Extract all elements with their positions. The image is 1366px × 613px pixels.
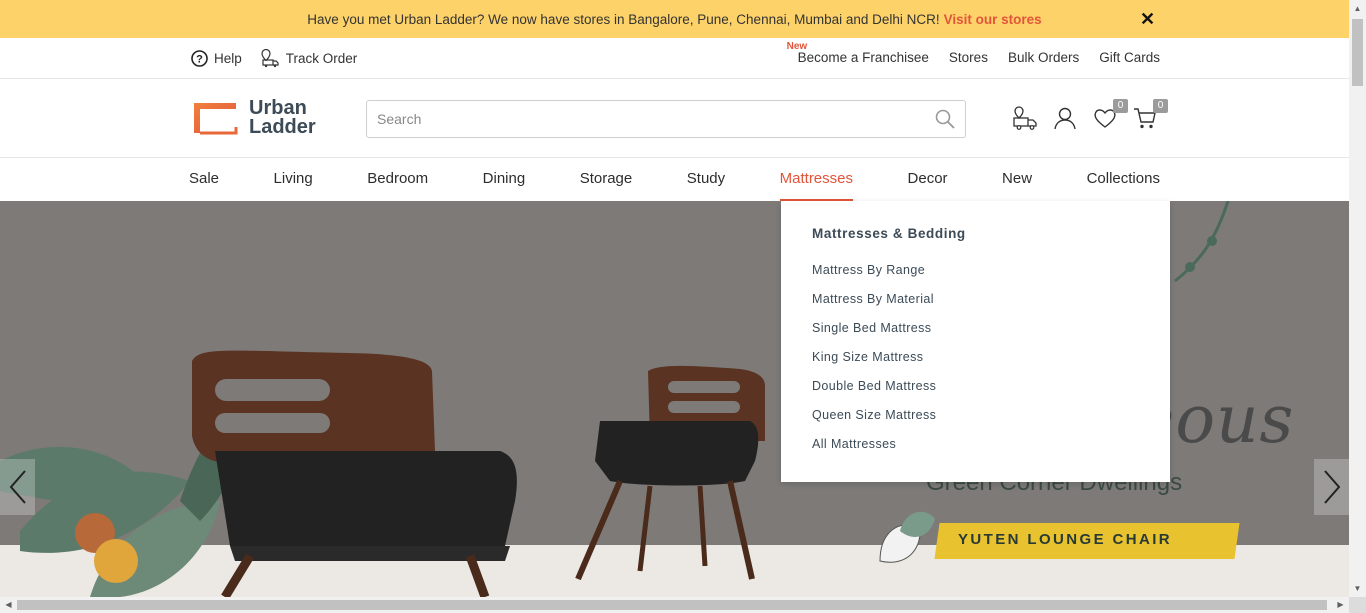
scrollbar-corner [1349,597,1366,613]
header: Urban Ladder 0 0 [0,79,1349,158]
help-link[interactable]: ? Help [191,49,242,67]
logo-mark-icon [194,103,238,135]
utility-bar: ? Help Track Order New Become a Franchis… [0,38,1349,79]
visit-stores-link[interactable]: Visit our stores [944,12,1042,27]
nav-sale[interactable]: Sale [189,158,219,201]
horizontal-scroll-thumb[interactable] [17,600,1327,610]
scroll-up-arrow-icon[interactable]: ▲ [1349,0,1366,17]
carousel-prev-button[interactable] [0,459,35,515]
svg-text:?: ? [196,53,203,65]
close-icon[interactable]: ✕ [1140,9,1155,30]
header-icons: 0 0 [1012,99,1168,131]
track-delivery-icon[interactable] [1012,105,1038,131]
scroll-right-arrow-icon[interactable]: ▶ [1332,597,1349,613]
search-bar [366,100,966,138]
mattresses-dropdown: Mattresses & Bedding Mattress By Range M… [781,201,1170,482]
scroll-down-arrow-icon[interactable]: ▼ [1349,580,1366,597]
vertical-scroll-thumb[interactable] [1352,19,1363,86]
stores-link[interactable]: Stores [949,50,988,65]
carousel-next-button[interactable] [1314,459,1349,515]
franchise-label: Become a Franchisee [797,50,929,65]
scroll-left-arrow-icon[interactable]: ◀ [0,597,17,613]
promo-text: Have you met Urban Ladder? We now have s… [307,11,940,27]
nav-bedroom[interactable]: Bedroom [367,158,428,201]
main-nav: Sale Living Bedroom Dining Storage Study… [0,158,1349,201]
logo[interactable]: Urban Ladder [191,98,316,138]
nav-living[interactable]: Living [274,158,313,201]
page: Have you met Urban Ladder? We now have s… [0,0,1349,597]
cart-icon[interactable]: 0 [1132,99,1168,131]
logo-line-2: Ladder [249,116,316,138]
nav-mattresses[interactable]: Mattresses [779,158,853,201]
nav-new[interactable]: New [1002,158,1032,201]
become-franchisee-link[interactable]: New Become a Franchisee [787,41,929,65]
gift-cards-link[interactable]: Gift Cards [1099,50,1160,65]
help-label: Help [214,50,242,66]
search-input[interactable] [367,101,931,137]
vertical-scrollbar[interactable]: ▲ ▼ [1349,0,1366,597]
horizontal-scrollbar[interactable]: ◀ ▶ [0,597,1349,613]
nav-dining[interactable]: Dining [483,158,526,201]
hero-product-name: YUTEN LOUNGE CHAIR [958,531,1173,548]
wishlist-icon[interactable]: 0 [1092,99,1128,131]
logo-wordmark: Urban Ladder [249,98,316,138]
bulk-orders-link[interactable]: Bulk Orders [1008,50,1079,65]
dropdown-link-material[interactable]: Mattress By Material [812,292,1139,321]
cart-count: 0 [1153,99,1168,113]
dropdown-link-single[interactable]: Single Bed Mattress [812,321,1139,350]
search-icon[interactable] [931,105,959,133]
dropdown-link-double[interactable]: Double Bed Mattress [812,379,1139,408]
dropdown-link-queen[interactable]: Queen Size Mattress [812,408,1139,437]
chevron-right-icon [1323,470,1340,504]
dropdown-link-range[interactable]: Mattress By Range [812,263,1139,292]
dropdown-heading[interactable]: Mattresses & Bedding [812,226,1139,241]
track-order-link[interactable]: Track Order [260,48,358,68]
nav-collections[interactable]: Collections [1087,158,1160,201]
chevron-left-icon [9,470,26,504]
wishlist-count: 0 [1113,99,1128,113]
nav-decor[interactable]: Decor [908,158,948,201]
help-icon: ? [191,49,208,67]
nav-storage[interactable]: Storage [580,158,633,201]
nav-study[interactable]: Study [687,158,725,201]
location-icon [261,48,279,68]
dropdown-link-king[interactable]: King Size Mattress [812,350,1139,379]
track-order-label: Track Order [285,50,358,66]
dropdown-link-all[interactable]: All Mattresses [812,437,1139,466]
new-badge: New [786,41,808,52]
profile-icon[interactable] [1052,105,1078,131]
promo-banner: Have you met Urban Ladder? We now have s… [0,0,1349,38]
